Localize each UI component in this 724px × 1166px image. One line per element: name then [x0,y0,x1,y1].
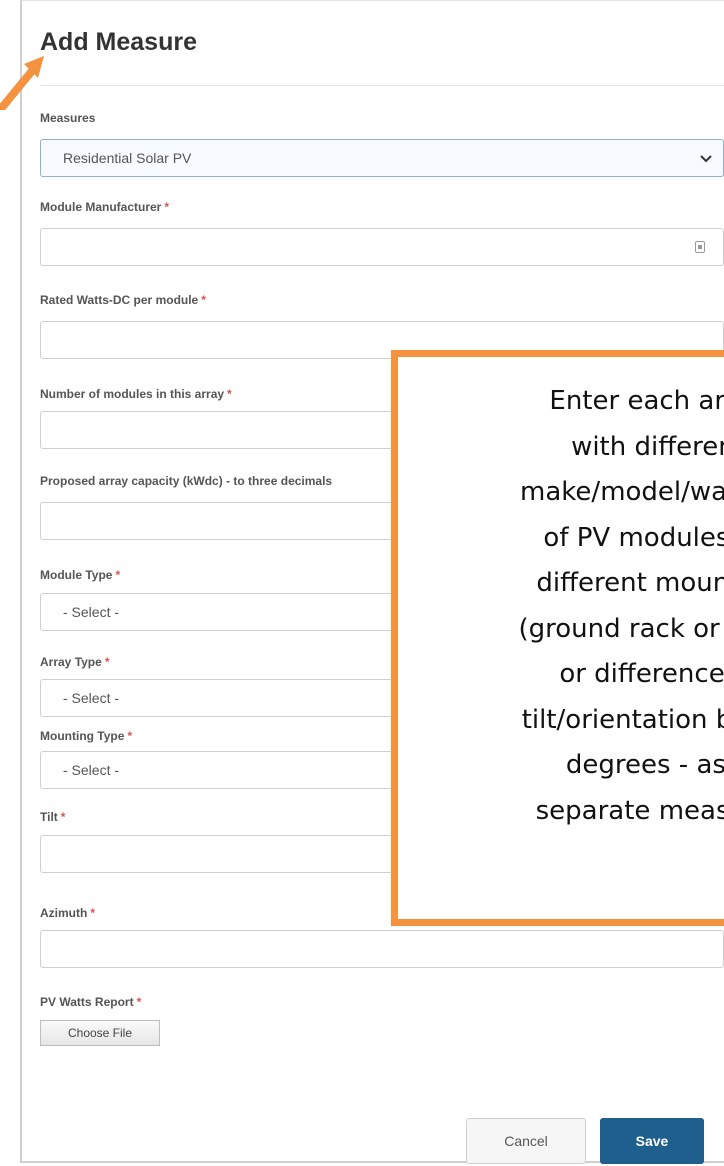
chevron-down-icon [700,155,712,163]
module-type-label: Module Type * [40,568,121,582]
num-modules-label: Number of modules in this array * [40,387,232,401]
annotation-callout: Enter each array with different make/mod… [391,350,724,926]
array-type-selected-value: - Select - [63,690,120,706]
azimuth-input[interactable] [40,930,724,968]
tilt-label: Tilt * [40,810,66,824]
mounting-type-label: Mounting Type * [40,729,133,743]
array-type-label: Array Type * [40,655,110,669]
save-button[interactable]: Save [600,1118,704,1164]
rated-watts-label: Rated Watts-DC per module * [40,293,206,307]
measures-label: Measures [40,111,96,125]
calculator-icon[interactable] [695,241,705,253]
cancel-button[interactable]: Cancel [466,1118,586,1164]
mounting-type-selected-value: - Select - [63,762,120,778]
measures-select[interactable]: Residential Solar PV [40,139,724,177]
annotation-callout-text: Enter each array with different make/mod… [518,386,724,826]
choose-file-button[interactable]: Choose File [40,1020,160,1046]
title-divider [40,85,724,86]
measures-selected-value: Residential Solar PV [63,150,192,166]
module-type-selected-value: - Select - [63,604,120,620]
page-title: Add Measure [40,28,197,56]
azimuth-label: Azimuth * [40,906,95,920]
module-manufacturer-label: Module Manufacturer * [40,200,170,214]
pv-watts-report-label: PV Watts Report * [40,995,142,1009]
array-capacity-label: Proposed array capacity (kWdc) - to thre… [40,474,333,488]
module-manufacturer-input[interactable] [40,228,724,266]
